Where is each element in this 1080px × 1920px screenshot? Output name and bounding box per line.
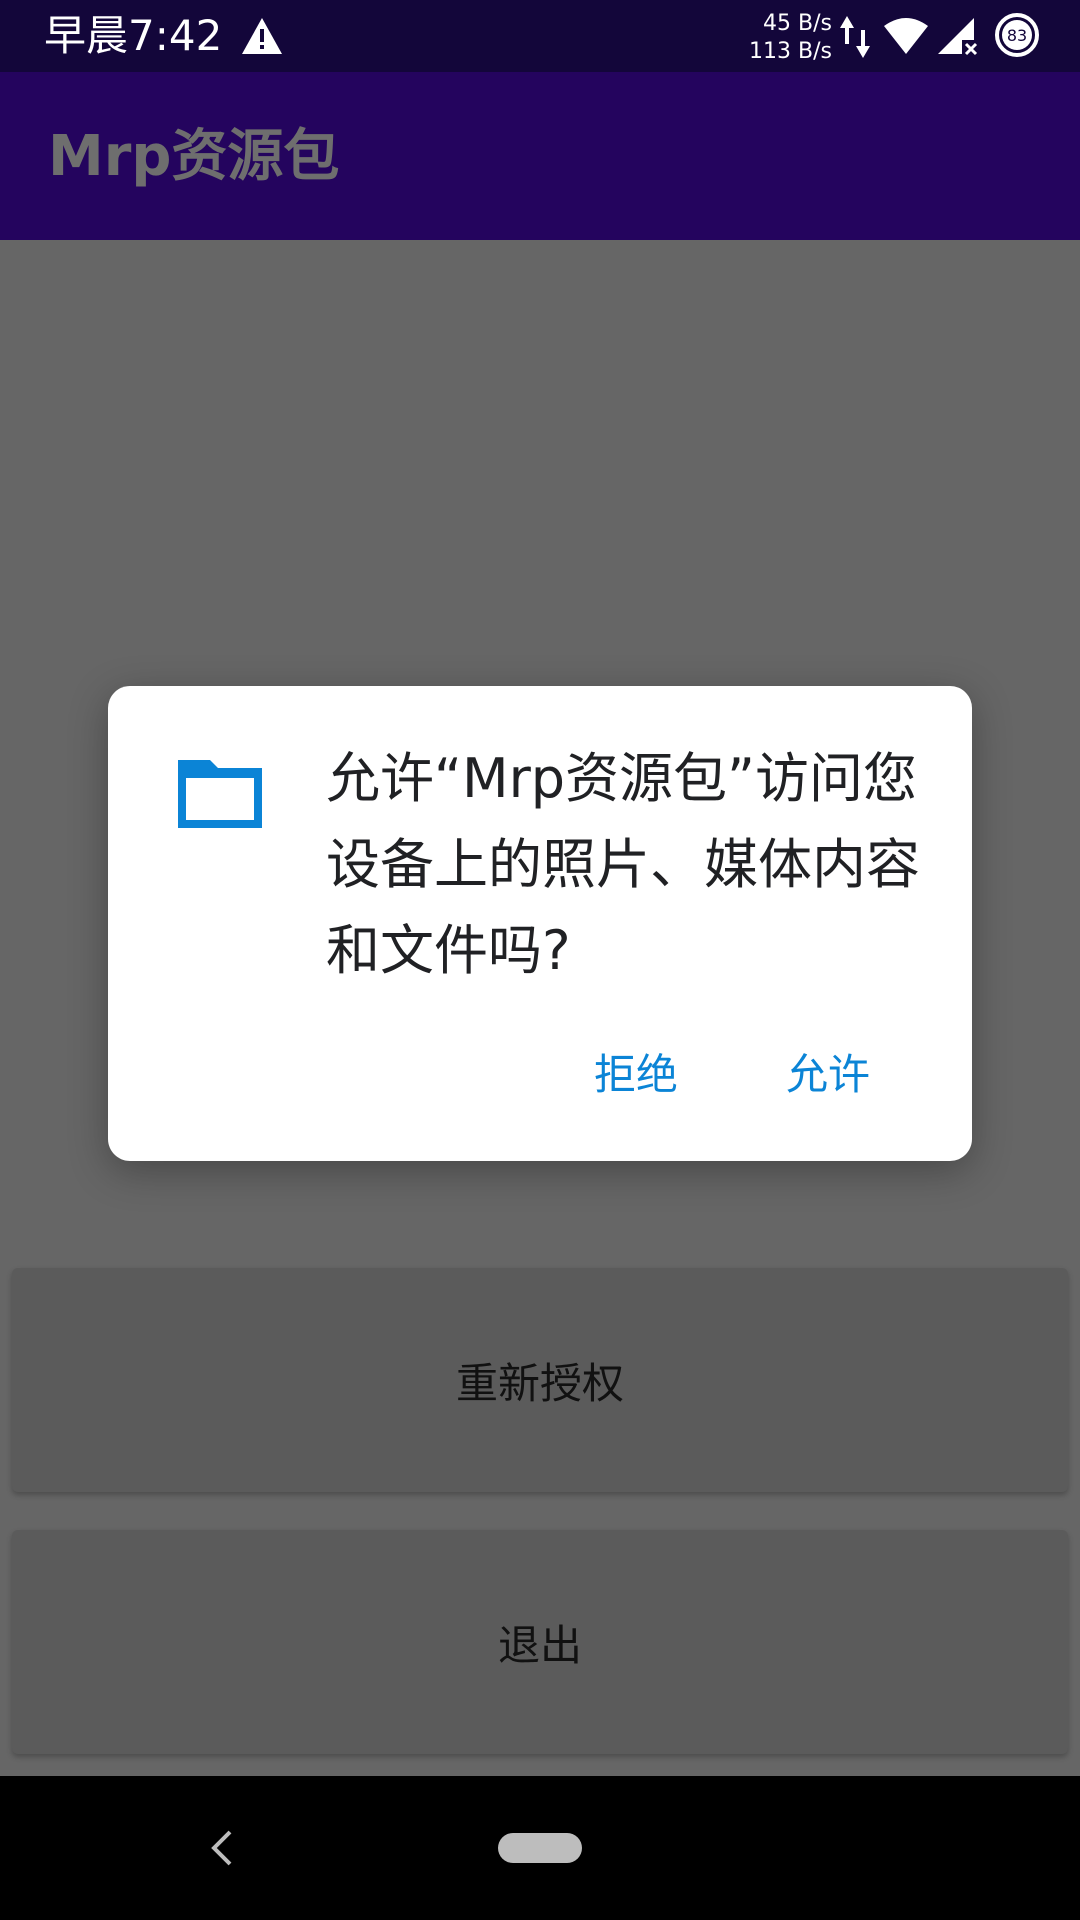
home-pill-icon[interactable] bbox=[498, 1833, 582, 1863]
deny-button[interactable]: 拒绝 bbox=[594, 1048, 678, 1102]
reauthorize-button[interactable]: 重新授权 bbox=[12, 1268, 1068, 1492]
data-updown-icon bbox=[840, 16, 870, 58]
permission-dialog: 允许“Mrp资源包”访问您设备上的照片、媒体内容和文件吗? 拒绝 允许 bbox=[108, 686, 972, 1161]
allow-button[interactable]: 允许 bbox=[786, 1048, 870, 1102]
exit-label: 退出 bbox=[497, 1620, 582, 1670]
dialog-message: 允许“Mrp资源包”访问您设备上的照片、媒体内容和文件吗? bbox=[326, 747, 920, 982]
app-bar: Mrp资源包 bbox=[0, 72, 1080, 240]
network-speed-up: 45 B/s bbox=[763, 11, 832, 36]
battery-level: 83 bbox=[1007, 26, 1027, 45]
exit-button[interactable]: 退出 bbox=[12, 1530, 1068, 1754]
app-title: Mrp资源包 bbox=[48, 124, 340, 189]
network-speed: 45 B/s 113 B/s bbox=[749, 10, 832, 66]
folder-icon bbox=[178, 760, 262, 828]
warning-icon bbox=[242, 18, 282, 54]
network-speed-down: 113 B/s bbox=[749, 39, 832, 64]
signal-no-sim-icon bbox=[938, 18, 978, 56]
back-icon[interactable] bbox=[206, 1826, 238, 1870]
wifi-icon bbox=[884, 18, 928, 54]
status-time: 早晨7:42 bbox=[44, 11, 223, 60]
reauthorize-label: 重新授权 bbox=[455, 1358, 624, 1408]
battery-icon: 83 bbox=[995, 13, 1039, 57]
screen: 早晨7:42 45 B/s 113 B/s 83 Mrp资源包 重新授权 退出 bbox=[0, 0, 1080, 1920]
